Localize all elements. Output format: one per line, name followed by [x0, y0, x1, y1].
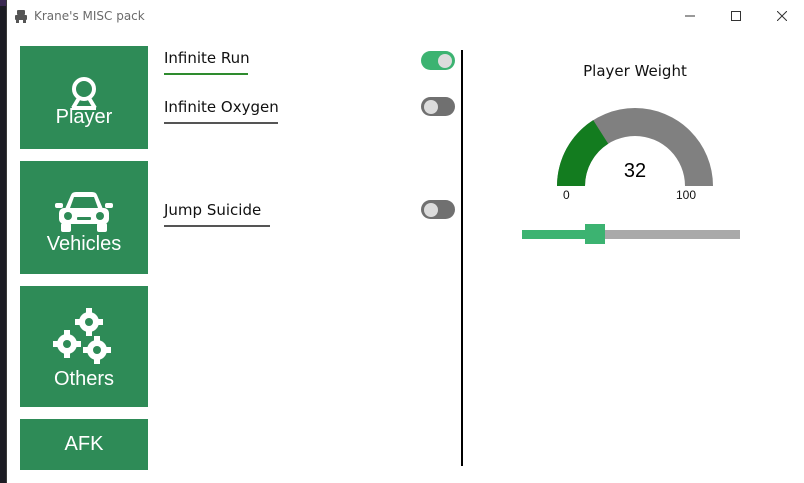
app-window: Krane's MISC pack Player Vehicles Others… [6, 0, 804, 483]
slider-fill [522, 230, 596, 239]
minimize-icon [685, 15, 695, 17]
option-underline [164, 122, 278, 124]
gauge-min-label: 0 [563, 188, 570, 202]
minimize-button[interactable] [667, 0, 713, 32]
window-title: Krane's MISC pack [34, 9, 145, 23]
panel-divider [461, 50, 463, 466]
toggle-infinite-oxygen[interactable] [421, 97, 455, 116]
toggle-jump-suicide[interactable] [421, 200, 455, 219]
toggle-knob [438, 54, 452, 68]
nav-tile-others[interactable]: Others [20, 286, 148, 407]
gauge-title: Player Weight [583, 62, 687, 80]
toggle-infinite-run[interactable] [421, 51, 455, 70]
option-label: Infinite Oxygen [164, 98, 279, 116]
app-icon [15, 10, 27, 23]
option-infinite-oxygen: Infinite Oxygen [164, 98, 279, 124]
nav-label-others: Others [53, 368, 115, 390]
toggle-knob [424, 203, 438, 217]
nav-tile-player[interactable]: Player [20, 46, 148, 149]
car-icon [55, 192, 113, 232]
slider-thumb[interactable] [585, 224, 606, 244]
nav-label-afk: AFK [64, 433, 104, 455]
gauge-max-label: 100 [676, 188, 697, 202]
gauge-value: 32 [624, 160, 646, 182]
title-bar[interactable]: Krane's MISC pack [7, 0, 804, 32]
maximize-icon [731, 11, 741, 21]
maximize-button[interactable] [713, 0, 759, 32]
toggle-knob [424, 100, 438, 114]
option-underline [164, 225, 270, 227]
weight-gauge: 32 [557, 108, 713, 186]
close-icon [777, 11, 787, 21]
option-jump-suicide: Jump Suicide [164, 201, 270, 227]
option-label: Infinite Run [164, 49, 250, 67]
option-underline [164, 73, 248, 75]
nav-label-vehicles: Vehicles [46, 233, 122, 255]
option-infinite-run: Infinite Run [164, 49, 250, 75]
nav-label-player: Player [55, 106, 113, 128]
nav-tile-vehicles[interactable]: Vehicles [20, 161, 148, 274]
gears-icon [53, 308, 111, 364]
option-label: Jump Suicide [164, 201, 262, 219]
player-icon [71, 77, 97, 110]
weight-slider[interactable] [522, 224, 740, 244]
nav-tile-afk[interactable]: AFK [20, 419, 148, 470]
close-button[interactable] [759, 0, 804, 32]
